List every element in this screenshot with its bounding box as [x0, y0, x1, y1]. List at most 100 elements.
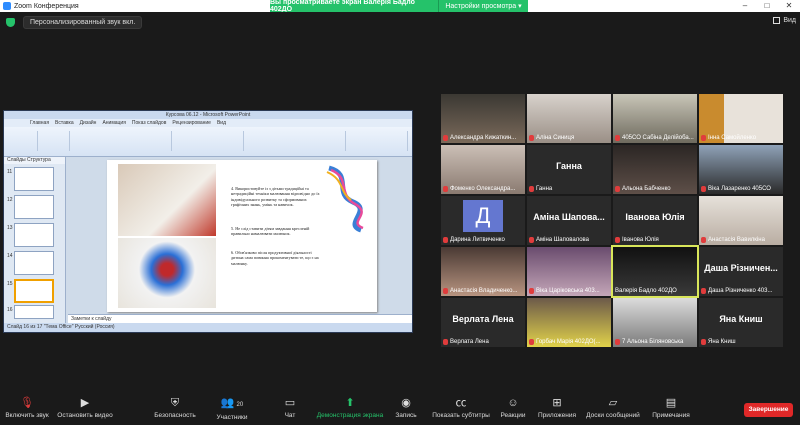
- participant-tile[interactable]: Альона Бабченко: [613, 145, 697, 194]
- participant-tile[interactable]: Аміна Шапова... Аміна Шаповалова: [527, 196, 611, 245]
- chat-icon: ▭: [284, 397, 296, 409]
- apps-button[interactable]: ⊞ Приложения: [536, 397, 578, 419]
- end-meeting-button[interactable]: Завершение: [744, 403, 793, 417]
- participant-tile[interactable]: Д Дарина Литвиченко: [441, 196, 525, 245]
- unmute-button[interactable]: 🎙 Включить звук: [4, 397, 50, 419]
- reactions-label: Реакции: [500, 412, 526, 419]
- mic-muted-icon: 🎙: [20, 397, 34, 409]
- participant-tile[interactable]: Віка Царіковська 403...: [527, 247, 611, 296]
- muted-mic-icon: [443, 288, 448, 294]
- participant-name: Верлата Лена: [450, 339, 489, 345]
- muted-mic-icon: [615, 135, 620, 141]
- notes-button[interactable]: ▤ Примечания: [648, 397, 694, 419]
- participants-icon: 👥 20: [220, 397, 244, 409]
- participant-name: Даша Різниченко 403...: [708, 288, 773, 294]
- whiteboards-label: Доски сообщений: [586, 412, 640, 419]
- participant-tile[interactable]: Фоменко Олександра...: [441, 145, 525, 194]
- muted-mic-icon: [615, 237, 620, 243]
- apps-icon: ⊞: [552, 397, 562, 409]
- security-button[interactable]: ⛨ Безопасность: [152, 397, 198, 419]
- slide-number: 13: [7, 225, 13, 231]
- participant-tile[interactable]: 7 Альона Біляновська: [613, 298, 697, 347]
- meeting-topbar: Персонализированный звук вкл. Вид: [0, 12, 800, 32]
- muted-mic-icon: [443, 237, 448, 243]
- slide-thumbnails-panel: Слайды Структура 11 12 13 14 15 16: [4, 157, 66, 323]
- participants-button[interactable]: 👥 20 Участники: [212, 397, 252, 421]
- participant-tile[interactable]: Ганна Ганна: [527, 145, 611, 194]
- captions-button[interactable]: ㏄ Показать субтитры: [432, 397, 490, 419]
- participant-name: 7 Альона Біляновська: [622, 339, 684, 345]
- participant-tile[interactable]: Анастасія Владиченко...: [441, 247, 525, 296]
- participant-tile[interactable]: Анастасія Вавилкіна: [699, 196, 783, 245]
- tile-label: Дарина Литвиченко: [443, 237, 505, 243]
- ppt-tab: Дизайн: [79, 120, 97, 126]
- tile-label: 405СО Сабіна Делійоба...: [615, 135, 694, 141]
- view-button[interactable]: Вид: [773, 17, 796, 24]
- participant-tile[interactable]: Александра Кижаткин...: [441, 94, 525, 143]
- slide-ribbon-decoration: [326, 165, 364, 233]
- active-speaker-tile[interactable]: Валерія Бадло 402ДО: [611, 245, 699, 298]
- audio-status-pill[interactable]: Персонализированный звук вкл.: [23, 15, 143, 29]
- view-options-button[interactable]: Настройки просмотра ▾: [438, 0, 528, 12]
- ribbon-group: [40, 131, 70, 151]
- zoom-app-icon: [3, 2, 11, 10]
- participant-tile[interactable]: Іванова Юлія Іванова Юлія: [613, 196, 697, 245]
- participant-name: Анастасія Владиченко...: [450, 288, 518, 294]
- ppt-title: Курсова 06.12 - Microsoft PowerPoint: [4, 111, 412, 119]
- muted-mic-icon: [701, 288, 706, 294]
- whiteboards-button[interactable]: ▱ Доски сообщений: [584, 397, 642, 419]
- participant-name: Горбач Марія 402ДО(...: [536, 339, 601, 345]
- participant-name: Анастасія Вавилкіна: [708, 237, 765, 243]
- participant-name: Дарина Литвиченко: [450, 237, 505, 243]
- participant-tile[interactable]: Інна Самойленко: [699, 94, 783, 143]
- participant-tile[interactable]: 405СО Сабіна Делійоба...: [613, 94, 697, 143]
- tile-label: Валерія Бадло 402ДО: [615, 288, 677, 294]
- participant-tile[interactable]: Горбач Марія 402ДО(...: [527, 298, 611, 347]
- reactions-button[interactable]: ☺ Реакции: [498, 397, 528, 419]
- window-titlebar: Zoom Конференция Вы просматриваете экран…: [0, 0, 800, 13]
- participant-tile[interactable]: Аліна Синиця: [527, 94, 611, 143]
- tile-label: Яна Книш: [701, 339, 736, 345]
- tile-label: Горбач Марія 402ДО(...: [529, 339, 601, 345]
- participant-tile[interactable]: Верлата Лена Верлата Лена: [441, 298, 525, 347]
- minimize-button[interactable]: –: [734, 0, 756, 12]
- muted-mic-icon: [443, 186, 448, 192]
- ribbon-group: [72, 131, 172, 151]
- whiteboard-icon: ▱: [608, 397, 618, 409]
- captions-label: Показать субтитры: [432, 412, 490, 419]
- participant-tile[interactable]: Даша Різничен... Даша Різниченко 403...: [699, 247, 783, 296]
- participant-name: Александра Кижаткин...: [450, 135, 517, 141]
- slide-number: 16: [7, 307, 13, 313]
- stop-video-button[interactable]: ▶ Остановить видео: [56, 397, 114, 419]
- view-label: Вид: [783, 17, 796, 24]
- muted-mic-icon: [529, 186, 534, 192]
- slide-notes: Заметки к слайду: [68, 314, 412, 323]
- muted-mic-icon: [529, 288, 534, 294]
- participant-tile[interactable]: Віка Лазаренко 405СО: [699, 145, 783, 194]
- muted-mic-icon: [701, 135, 706, 141]
- window-controls: – □ ✕: [734, 0, 800, 12]
- muted-mic-icon: [701, 339, 706, 345]
- share-banner: Вы просматриваете экран Валерія Бадло 40…: [270, 0, 438, 13]
- ribbon-group: [8, 131, 38, 151]
- participant-display-name: Яна Книш: [719, 314, 763, 324]
- tile-label: Анастасія Вавилкіна: [701, 237, 765, 243]
- maximize-button[interactable]: □: [756, 0, 778, 12]
- participant-avatar: Д: [463, 200, 503, 232]
- share-screen-button[interactable]: ⬆ Демонстрация экрана: [314, 397, 386, 419]
- encryption-shield-icon[interactable]: [6, 17, 15, 27]
- ribbon-group: [246, 131, 346, 151]
- window-title: Zoom Конференция: [14, 2, 79, 10]
- ppt-tab: Главная: [30, 120, 50, 126]
- tile-label: Анастасія Владиченко...: [443, 288, 517, 294]
- close-button[interactable]: ✕: [778, 0, 800, 12]
- participant-tile[interactable]: Яна Книш Яна Книш: [699, 298, 783, 347]
- participant-name: 405СО Сабіна Делійоба...: [622, 135, 694, 141]
- security-label: Безопасность: [154, 412, 196, 419]
- slide-photo-children-painting: [118, 164, 216, 236]
- shield-icon: ⛨: [170, 397, 180, 409]
- chat-button[interactable]: ▭ Чат: [278, 397, 302, 419]
- meeting-toolbar: 🎙 Включить звук ▶ Остановить видео ⛨ Без…: [0, 393, 800, 425]
- record-button[interactable]: ◉ Запись: [392, 397, 420, 419]
- record-icon: ◉: [401, 397, 411, 409]
